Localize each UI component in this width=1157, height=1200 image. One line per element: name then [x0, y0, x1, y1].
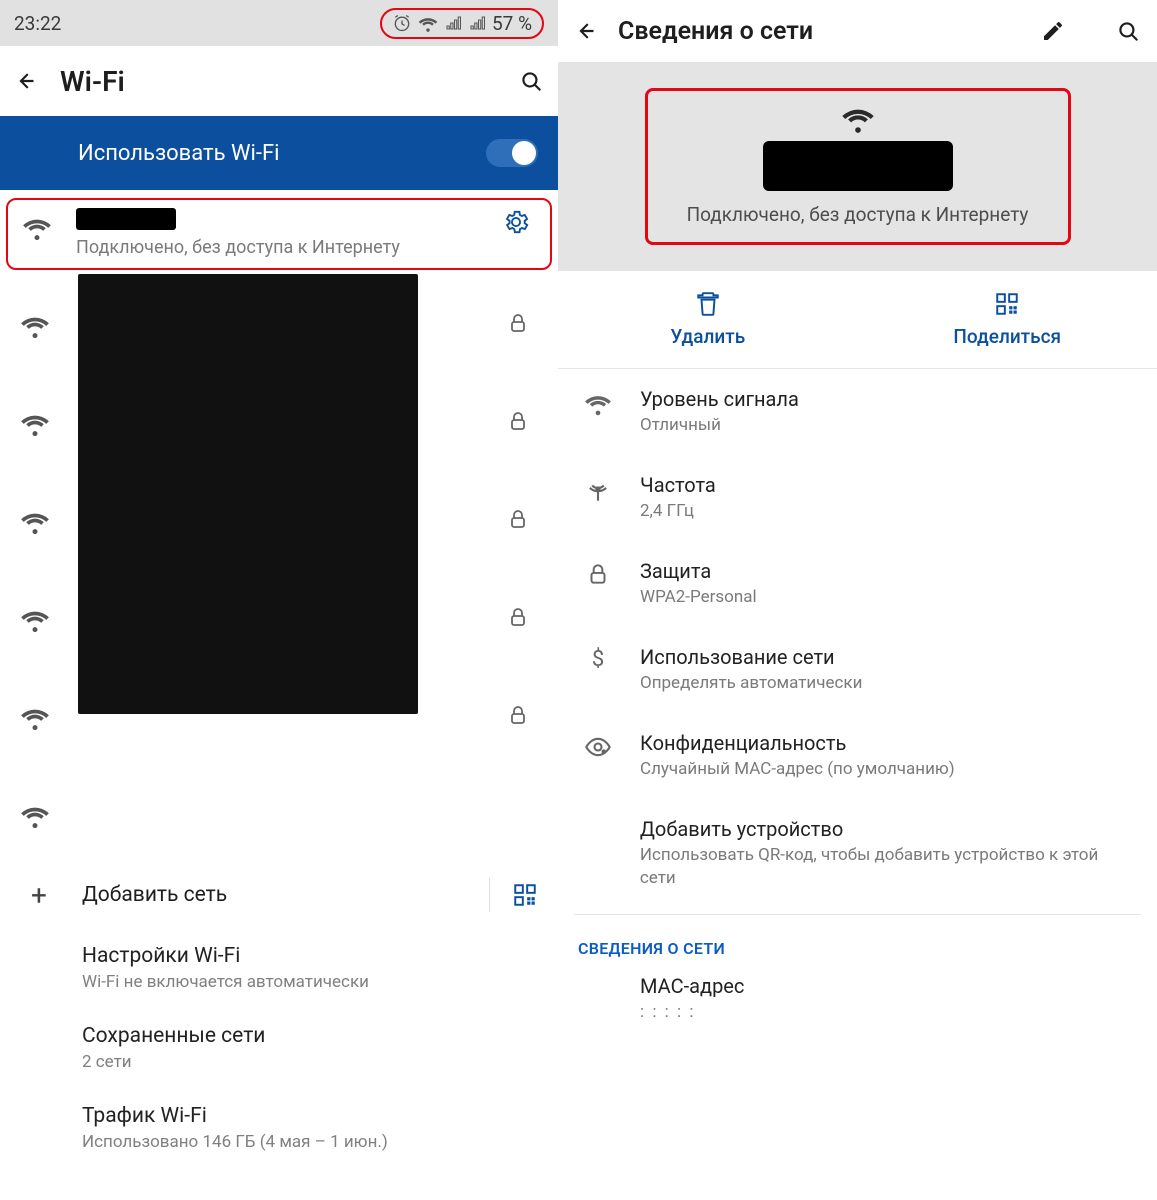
detail-value: 2,4 ГГц — [640, 500, 716, 523]
status-icons-highlight: 57 % — [380, 8, 544, 39]
section-header: СВЕДЕНИЯ О СЕТИ — [574, 921, 1141, 968]
wifi-icon — [14, 600, 56, 634]
lock-icon — [498, 507, 538, 531]
eye-icon — [578, 731, 618, 761]
detail-value: Определять автоматически — [640, 672, 862, 695]
action-label: Удалить — [670, 325, 745, 348]
connected-network-name — [76, 208, 478, 235]
wifi-preferences-row[interactable]: Настройки Wi-Fi Wi-Fi не включается авто… — [0, 928, 558, 1008]
wifi-icon — [14, 404, 56, 438]
wifi-icon — [14, 502, 56, 536]
detail-title: Добавить устройство — [640, 817, 1137, 841]
signal-icon-1 — [444, 14, 462, 32]
signal-icon-2 — [468, 14, 486, 32]
setting-title: Трафик Wi-Fi — [82, 1104, 538, 1128]
lock-icon — [578, 559, 618, 587]
network-name-redacted — [763, 141, 953, 191]
wifi-icon — [14, 306, 56, 340]
network-details-screen: Сведения о сети Подключено, без доступа … — [558, 0, 1157, 1200]
trash-icon — [695, 291, 721, 317]
lock-icon — [498, 605, 538, 629]
share-network-button[interactable]: Поделиться — [858, 271, 1157, 368]
lock-icon — [498, 409, 538, 433]
detail-title: Использование сети — [640, 645, 862, 669]
search-button[interactable] — [518, 68, 544, 94]
add-network-row[interactable]: + Добавить сеть — [0, 862, 558, 928]
alarm-icon — [392, 13, 412, 33]
detail-value: Отличный — [640, 414, 799, 437]
wifi-status-icon — [418, 13, 438, 33]
network-usage-row[interactable]: $ Использование сети Определять автоматич… — [574, 627, 1141, 713]
network-hero: Подключено, без доступа к Интернету — [558, 62, 1157, 271]
network-actions: Удалить Поделиться — [558, 271, 1157, 369]
wifi-toggle-switch[interactable] — [486, 139, 538, 167]
redacted-overlay — [78, 274, 418, 714]
available-networks-list — [0, 274, 558, 862]
connected-network-status: Подключено, без доступа к Интернету — [76, 237, 478, 258]
network-hero-highlight: Подключено, без доступа к Интернету — [645, 88, 1071, 245]
mac-address-row[interactable]: MAC-адрес : : : : : — [574, 968, 1141, 1042]
setting-title: Сохраненные сети — [82, 1024, 538, 1048]
detail-title: Конфиденциальность — [640, 731, 955, 755]
scan-qr-button[interactable] — [489, 878, 538, 912]
wifi-icon — [836, 101, 880, 135]
connected-network-row[interactable]: Подключено, без доступа к Интернету — [6, 198, 552, 270]
network-settings-gear-icon[interactable] — [496, 208, 536, 236]
detail-value: Использовать QR-код, чтобы добавить устр… — [640, 844, 1137, 890]
wifi-icon — [16, 208, 58, 242]
wifi-master-toggle-row[interactable]: Использовать Wi-Fi — [0, 116, 558, 190]
wifi-icon — [14, 796, 56, 830]
edit-button[interactable] — [1041, 19, 1065, 43]
signal-strength-row[interactable]: Уровень сигнала Отличный — [574, 369, 1141, 455]
app-bar: Wi-Fi — [0, 46, 558, 116]
qr-icon — [994, 291, 1020, 317]
status-bar: 23:22 57 % — [0, 0, 558, 46]
divider — [574, 914, 1141, 915]
detail-title: MAC-адрес — [640, 974, 744, 998]
plus-icon: + — [24, 879, 54, 912]
add-network-label: Добавить сеть — [82, 883, 461, 907]
saved-networks-row[interactable]: Сохраненные сети 2 сети — [0, 1008, 558, 1088]
detail-value: : : : : : — [640, 1001, 744, 1024]
lock-icon — [498, 703, 538, 727]
network-connection-status: Подключено, без доступа к Интернету — [687, 203, 1029, 226]
network-row[interactable] — [0, 764, 558, 862]
security-row[interactable]: Защита WPA2-Personal — [574, 541, 1141, 627]
battery-percent: 57 % — [492, 12, 532, 35]
wifi-settings-screen: 23:22 57 % Wi-Fi Использовать Wi-Fi — [0, 0, 558, 1200]
action-label: Поделиться — [953, 325, 1061, 348]
frequency-row[interactable]: Частота 2,4 ГГц — [574, 455, 1141, 541]
page-title: Сведения о сети — [618, 17, 813, 46]
wifi-icon — [14, 698, 56, 732]
wifi-icon — [578, 387, 618, 417]
detail-title: Защита — [640, 559, 757, 583]
setting-subtitle: 2 сети — [82, 1052, 538, 1072]
status-time: 23:22 — [14, 12, 61, 35]
detail-value: WPA2-Personal — [640, 586, 757, 609]
forget-network-button[interactable]: Удалить — [558, 271, 858, 368]
setting-title: Настройки Wi-Fi — [82, 944, 538, 968]
antenna-icon — [578, 473, 618, 503]
detail-title: Частота — [640, 473, 716, 497]
lock-icon — [498, 311, 538, 335]
app-bar: Сведения о сети — [558, 0, 1157, 62]
dollar-icon: $ — [578, 645, 618, 672]
add-device-row[interactable]: Добавить устройство Использовать QR-код, … — [574, 799, 1141, 908]
network-detail-list: Уровень сигнала Отличный Частота 2,4 ГГц З… — [558, 369, 1157, 1042]
detail-value: Случайный MAC-адрес (по умолчанию) — [640, 758, 955, 781]
back-button[interactable] — [574, 18, 600, 44]
privacy-row[interactable]: Конфиденциальность Случайный MAC-адрес (п… — [574, 713, 1141, 799]
setting-subtitle: Wi-Fi не включается автоматически — [82, 972, 538, 992]
page-title: Wi-Fi — [60, 65, 125, 98]
detail-title: Уровень сигнала — [640, 387, 799, 411]
wifi-data-usage-row[interactable]: Трафик Wi-Fi Использовано 146 ГБ (4 мая … — [0, 1088, 558, 1168]
wifi-toggle-label: Использовать Wi-Fi — [78, 141, 279, 166]
search-button[interactable] — [1115, 18, 1141, 44]
setting-subtitle: Использовано 146 ГБ (4 мая – 1 июн.) — [82, 1132, 538, 1152]
back-button[interactable] — [14, 68, 40, 94]
